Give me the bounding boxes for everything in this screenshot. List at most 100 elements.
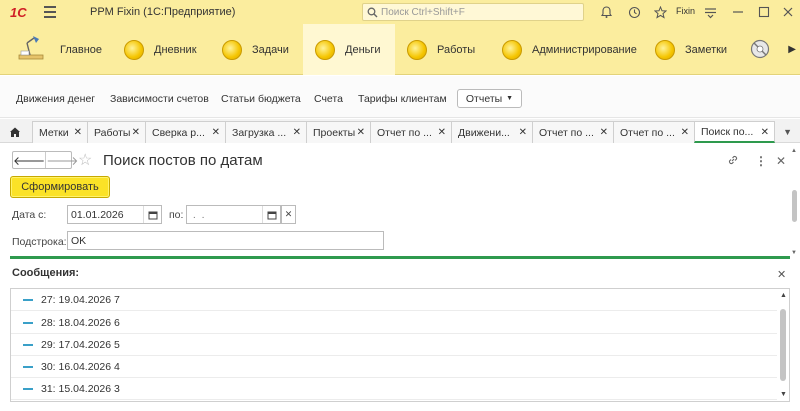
command-budget-items[interactable]: Статьи бюджета	[221, 93, 301, 105]
more-actions-icon[interactable]: ⋮	[755, 154, 767, 168]
date-from-label: Дата с:	[12, 209, 47, 221]
close-tab-icon[interactable]: ✕	[438, 127, 446, 138]
messages-scrollbar[interactable]: ▲ ▼	[777, 289, 789, 401]
tab-report-1[interactable]: Отчет по ... ✕	[370, 121, 452, 143]
section-label: Администрирование	[532, 43, 637, 56]
command-accounts[interactable]: Счета	[314, 93, 343, 105]
close-tab-icon[interactable]: ✕	[519, 127, 527, 138]
clear-date-icon[interactable]: ✕	[281, 205, 296, 224]
tab-reconciliation[interactable]: Сверка р... ✕	[145, 121, 226, 143]
tab-loading[interactable]: Загрузка ... ✕	[225, 121, 307, 143]
maximize-icon[interactable]	[756, 4, 772, 20]
history-icon[interactable]	[626, 4, 642, 20]
tabs-list-dropdown-icon[interactable]: ▼	[783, 127, 792, 137]
forward-arrow-icon[interactable]: 🡒	[45, 152, 78, 168]
date-from-field[interactable]: 01.01.2026	[67, 205, 162, 224]
section-label: Работы	[437, 43, 476, 56]
close-tab-icon[interactable]: ✕	[600, 127, 608, 138]
tab-projects[interactable]: Проекты ✕	[306, 121, 371, 143]
section-works[interactable]: Работы	[407, 24, 475, 75]
list-item[interactable]: 30: 16.04.2026 4	[11, 357, 777, 378]
section-notes[interactable]: Заметки	[655, 24, 727, 75]
section-label: Дневник	[154, 43, 197, 56]
tab-labels[interactable]: Метки ✕	[32, 121, 88, 143]
no-entry-icon[interactable]	[750, 39, 770, 62]
form-scrollbar[interactable]: ▲ ▼	[791, 148, 798, 256]
search-icon	[367, 7, 378, 17]
close-tab-icon[interactable]: ✕	[357, 127, 365, 138]
section-tasks[interactable]: Задачи	[222, 24, 289, 75]
section-label: Заметки	[685, 43, 728, 56]
message-dash-icon	[23, 299, 33, 301]
user-name[interactable]: Fixin	[676, 6, 695, 16]
tab-report-3[interactable]: Отчет по ... ✕	[613, 121, 695, 143]
close-tab-icon[interactable]: ✕	[761, 127, 769, 138]
close-tab-icon[interactable]: ✕	[681, 127, 689, 138]
favorites-star-icon[interactable]	[652, 4, 668, 20]
list-item[interactable]: 27: 19.04.2026 7	[11, 290, 777, 311]
section-main[interactable]: Главное	[16, 24, 102, 75]
section-coin-icon	[655, 39, 675, 60]
generate-button[interactable]: Сформировать	[10, 176, 110, 198]
home-tab[interactable]	[4, 121, 26, 143]
substring-label: Подстрока:	[12, 236, 67, 248]
tab-movements[interactable]: Движени... ✕	[451, 121, 533, 143]
section-coin-icon	[315, 39, 335, 60]
messages-list: 27: 19.04.2026 7 28: 18.04.2026 6 29: 17…	[10, 288, 790, 402]
tab-label: Движени...	[458, 126, 510, 139]
app-title: PPM Fixin (1С:Предприятие)	[90, 6, 236, 18]
section-diary[interactable]: Дневник	[124, 24, 197, 75]
date-to-value: . .	[190, 208, 205, 221]
tab-label: Метки	[39, 126, 69, 139]
section-coin-icon	[407, 39, 427, 60]
command-client-tariffs[interactable]: Тарифы клиентам	[358, 93, 447, 105]
link-icon[interactable]	[727, 154, 739, 169]
search-input[interactable]: Поиск Ctrl+Shift+F	[362, 3, 584, 21]
close-window-icon[interactable]	[780, 4, 796, 20]
close-tab-icon[interactable]: ✕	[293, 127, 301, 138]
calendar-icon[interactable]	[143, 206, 161, 223]
scroll-up-icon[interactable]: ▲	[780, 292, 787, 299]
home-icon	[10, 127, 20, 137]
tab-works[interactable]: Работы ✕	[87, 121, 146, 143]
list-item[interactable]: 31: 15.04.2026 3	[11, 379, 777, 400]
close-tab-icon[interactable]: ✕	[132, 127, 140, 138]
section-coin-icon	[222, 39, 242, 60]
list-item[interactable]: 29: 17.04.2026 5	[11, 335, 777, 356]
tab-label: Загрузка ...	[232, 126, 287, 139]
main-menu-icon[interactable]	[44, 4, 60, 20]
close-tab-icon[interactable]: ✕	[74, 127, 82, 138]
section-money[interactable]: Деньги	[303, 24, 395, 75]
calendar-icon[interactable]	[262, 206, 280, 223]
minimize-icon[interactable]	[730, 4, 746, 20]
message-text: 28: 18.04.2026 6	[41, 317, 120, 329]
1c-logo: 1С	[10, 4, 27, 20]
tab-label: Отчет по ...	[539, 126, 594, 139]
favorite-star-icon[interactable]: ☆	[78, 150, 92, 170]
message-dash-icon	[23, 344, 33, 346]
close-form-icon[interactable]: ✕	[776, 154, 786, 168]
sections-scroll-right-icon[interactable]: ▶	[788, 44, 796, 55]
command-account-dependencies[interactable]: Зависимости счетов	[110, 93, 209, 105]
settings-menu-icon[interactable]	[702, 4, 718, 20]
back-arrow-icon[interactable]: 🡐	[13, 152, 45, 168]
search-placeholder: Поиск Ctrl+Shift+F	[381, 6, 465, 18]
tab-label: Проекты	[313, 126, 356, 139]
reports-dropdown-button[interactable]: Отчеты ▼	[457, 89, 522, 108]
reports-label: Отчеты	[465, 92, 503, 105]
close-messages-icon[interactable]: ✕	[777, 268, 786, 281]
tab-report-2[interactable]: Отчет по ... ✕	[532, 121, 614, 143]
history-nav: 🡐 🡒	[12, 151, 78, 169]
tab-label: Поиск по...	[701, 125, 754, 138]
message-text: 27: 19.04.2026 7	[41, 294, 120, 306]
list-item[interactable]: 28: 18.04.2026 6	[11, 313, 777, 334]
substring-input[interactable]: OK	[67, 231, 384, 250]
bell-icon[interactable]	[598, 4, 614, 20]
close-tab-icon[interactable]: ✕	[212, 127, 220, 138]
substring-value: OK	[71, 234, 87, 247]
tab-post-search[interactable]: Поиск по... ✕	[694, 121, 775, 143]
command-money-movements[interactable]: Движения денег	[16, 93, 95, 105]
date-to-field[interactable]: . .	[186, 205, 281, 224]
section-administration[interactable]: Администрирование	[502, 24, 637, 75]
scroll-down-icon[interactable]: ▼	[780, 391, 787, 398]
